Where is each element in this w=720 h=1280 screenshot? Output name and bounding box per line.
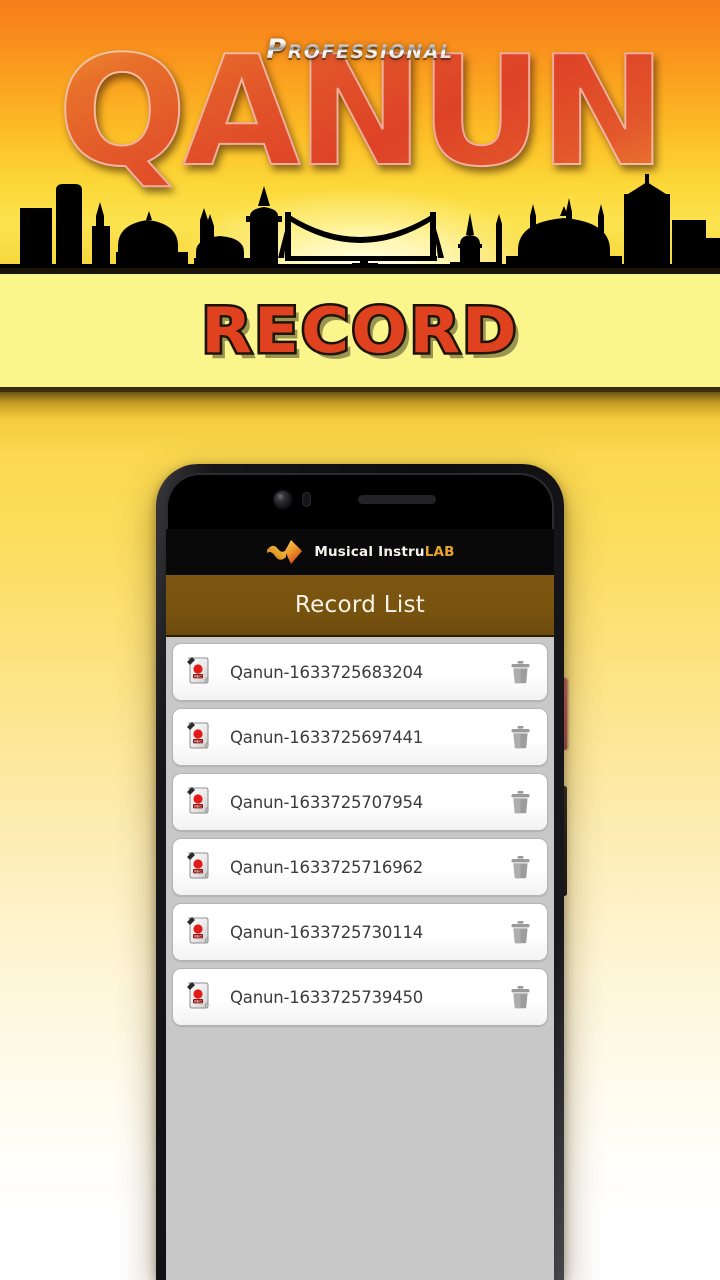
record-file-icon: REC bbox=[187, 917, 209, 944]
screen-title: Record List bbox=[294, 592, 426, 618]
app-promo-screen: QANUN Professional RECORD Musical Instru… bbox=[0, 0, 720, 1280]
phone-mockup: Musical InstruLAB Record List REC Qanun-… bbox=[156, 464, 564, 1280]
trash-icon bbox=[511, 791, 529, 814]
trash-icon bbox=[511, 661, 529, 684]
delete-record-button[interactable] bbox=[507, 658, 533, 686]
brand-accent-text: LAB bbox=[424, 544, 455, 560]
istanbul-skyline-icon bbox=[0, 168, 720, 268]
svg-text:REC: REC bbox=[194, 870, 202, 874]
phone-screen: Musical InstruLAB Record List REC Qanun-… bbox=[166, 473, 554, 1280]
svg-text:REC: REC bbox=[194, 1000, 202, 1004]
record-file-icon: REC bbox=[187, 852, 209, 879]
phone-sensor-area bbox=[166, 473, 554, 529]
record-list[interactable]: REC Qanun-1633725683204 REC Qanun-163372… bbox=[166, 637, 554, 1280]
record-heading: RECORD bbox=[199, 292, 520, 370]
trash-icon bbox=[511, 921, 529, 944]
earpiece-speaker-icon bbox=[358, 495, 436, 504]
svg-text:REC: REC bbox=[194, 935, 202, 939]
delete-record-button[interactable] bbox=[507, 853, 533, 881]
svg-text:REC: REC bbox=[194, 805, 202, 809]
brand-primary-text: Musical Instru bbox=[314, 544, 425, 560]
record-name: Qanun-1633725707954 bbox=[230, 792, 424, 812]
record-name: Qanun-1633725683204 bbox=[230, 662, 424, 682]
hero-pro-label: Professional bbox=[0, 34, 720, 65]
record-file-icon: REC bbox=[187, 722, 209, 749]
svg-text:REC: REC bbox=[194, 675, 202, 679]
record-name: Qanun-1633725730114 bbox=[230, 922, 424, 942]
delete-record-button[interactable] bbox=[507, 918, 533, 946]
delete-record-button[interactable] bbox=[507, 983, 533, 1011]
record-file-icon: REC bbox=[187, 787, 209, 814]
svg-text:REC: REC bbox=[194, 740, 202, 744]
app-brand-name: Musical InstruLAB bbox=[314, 544, 454, 560]
record-file-icon: REC bbox=[187, 982, 209, 1009]
trash-icon bbox=[511, 726, 529, 749]
record-name: Qanun-1633725739450 bbox=[230, 987, 424, 1007]
record-name: Qanun-1633725716962 bbox=[230, 857, 424, 877]
proximity-sensor-icon bbox=[302, 492, 311, 507]
musical-instrulab-logo-icon bbox=[267, 540, 303, 564]
record-list-item[interactable]: REC Qanun-1633725697441 bbox=[172, 708, 548, 766]
delete-record-button[interactable] bbox=[507, 723, 533, 751]
record-list-item[interactable]: REC Qanun-1633725716962 bbox=[172, 838, 548, 896]
screen-title-bar: Record List bbox=[166, 575, 554, 637]
record-list-item[interactable]: REC Qanun-1633725707954 bbox=[172, 773, 548, 831]
trash-icon bbox=[511, 856, 529, 879]
record-list-item[interactable]: REC Qanun-1633725683204 bbox=[172, 643, 548, 701]
trash-icon bbox=[511, 986, 529, 1009]
hero-banner: QANUN Professional bbox=[0, 0, 720, 268]
record-section-banner: RECORD bbox=[0, 268, 720, 392]
record-list-item[interactable]: REC Qanun-1633725730114 bbox=[172, 903, 548, 961]
record-list-item[interactable]: REC Qanun-1633725739450 bbox=[172, 968, 548, 1026]
delete-record-button[interactable] bbox=[507, 788, 533, 816]
app-top-bar: Musical InstruLAB bbox=[166, 529, 554, 575]
record-file-icon: REC bbox=[187, 657, 209, 684]
record-name: Qanun-1633725697441 bbox=[230, 727, 424, 747]
front-camera-icon bbox=[274, 491, 291, 508]
